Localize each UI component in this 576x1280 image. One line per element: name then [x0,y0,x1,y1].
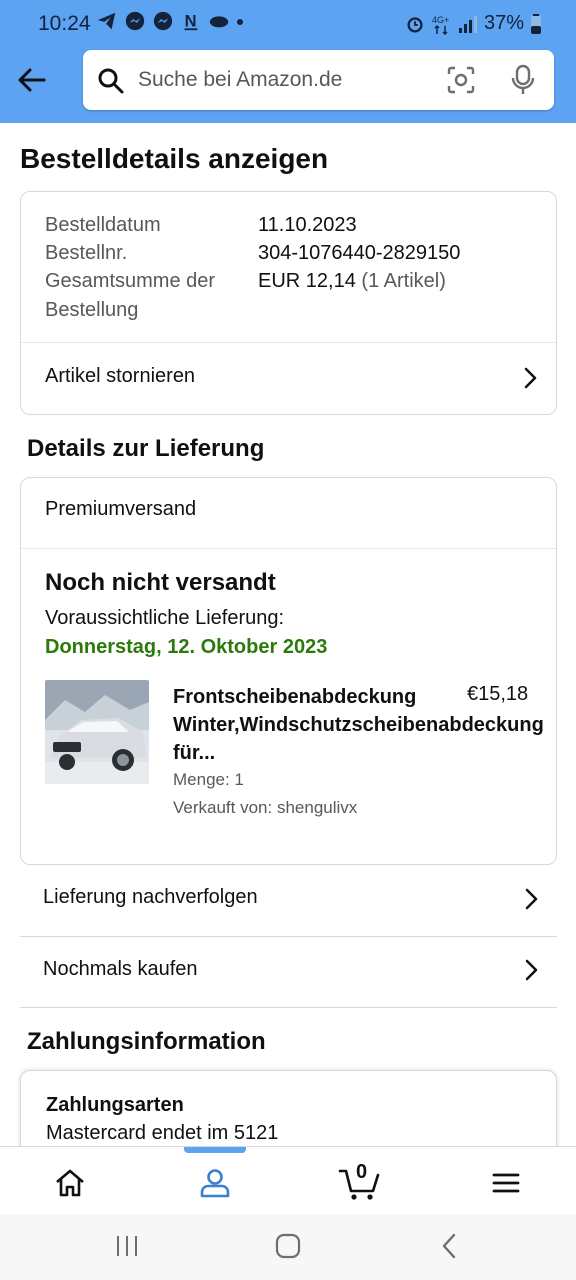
back-arrow-icon[interactable] [14,62,50,98]
payment-card-brand: Mastercard [46,1122,147,1144]
app-header: 10:24 N 4G+ 37% Suche bei Amazon.de [0,0,576,123]
product-quantity: Menge: 1 [173,770,244,789]
battery-percent: 37% [483,12,524,34]
account-icon[interactable] [197,1165,233,1201]
menu-icon[interactable] [488,1165,524,1201]
track-delivery-label: Lieferung nachverfolgen [43,886,258,908]
shipment-status: Noch nicht versandt [45,569,276,596]
system-navigation-bar [0,1214,576,1280]
search-icon [98,68,124,94]
home-icon[interactable] [52,1165,88,1201]
eta-label: Voraussichtliche Lieferung: [45,607,285,629]
messenger-icon [125,11,145,31]
microphone-icon[interactable] [511,64,535,96]
signal-icon [458,15,477,33]
search-bar[interactable]: Suche bei Amazon.de [83,50,554,110]
order-date-value: 11.10.2023 [258,214,357,236]
status-bar: 10:24 N 4G+ 37% [0,0,576,48]
page-title: Bestelldetails anzeigen [20,143,329,174]
svg-text:4G+: 4G+ [432,15,449,25]
cancel-items-label: Artikel stornieren [45,365,196,387]
payment-card: Mastercard endet im 5121 [46,1122,278,1145]
chevron-right-icon [525,959,538,981]
order-number-label: Bestellnr. [45,242,128,264]
messenger-icon-2 [153,11,173,31]
product-title-line2: Winter,Windschutzscheibenabdeckung [173,714,544,736]
divider [20,1007,557,1008]
camera-scan-icon[interactable] [447,66,475,94]
back-button-icon[interactable] [438,1232,460,1260]
telegram-icon [97,12,116,30]
payment-card-suffix: endet im 5121 [151,1122,279,1144]
search-input[interactable]: Suche bei Amazon.de [138,68,342,92]
order-total-items: (1 Artikel) [361,270,446,292]
eta-date: Donnerstag, 12. Oktober 2023 [45,636,328,658]
order-total-value: EUR 12,14 [258,270,356,292]
buy-again-label: Nochmals kaufen [43,958,198,980]
order-total-label-line1: Gesamtsumme der [45,270,216,292]
cancel-items-row[interactable]: Artikel stornieren [21,343,556,413]
product-price: €15,18 [467,683,529,705]
home-button-icon[interactable] [274,1232,302,1260]
cart-count: 0 [356,1161,368,1183]
order-total: EUR 12,14 (1 Artikel) [258,270,446,293]
news-icon: N [184,13,198,31]
active-tab-indicator [184,1147,246,1153]
track-delivery-row[interactable]: Lieferung nachverfolgen [20,864,557,936]
order-summary-card: Bestelldatum 11.10.2023 Bestellnr. 304-1… [20,191,557,415]
app-icon [209,16,229,28]
payment-methods-label: Zahlungsarten [46,1094,184,1116]
svg-text:N: N [185,13,197,31]
buy-again-row[interactable]: Nochmals kaufen [20,937,557,1007]
status-right: 4G+ 37% [404,12,542,35]
product-image[interactable] [45,680,149,784]
notification-icons: N [96,10,244,32]
more-dot-icon [237,19,243,25]
bottom-navigation: 0 [0,1146,576,1215]
chevron-right-icon [525,888,538,910]
chevron-right-icon [524,367,537,389]
battery-icon [531,13,541,34]
recent-apps-icon[interactable] [114,1234,140,1258]
alarm-icon [407,16,423,32]
order-total-label-line2: Bestellung [45,299,139,321]
order-date-label: Bestelldatum [45,214,161,236]
product-seller[interactable]: Verkauft von: shengulivx [173,798,357,818]
shipping-type: Premiumversand [45,498,197,520]
cart-button[interactable]: 0 [338,1161,382,1203]
order-number-value: 304-1076440-2829150 [258,242,461,264]
delivery-card: Premiumversand Noch nicht versandt Vorau… [20,477,557,865]
divider [21,548,556,549]
network-type-icon: 4G+ [432,15,449,35]
product-title-line3: für... [173,742,216,764]
status-time: 10:24 [38,12,91,35]
delivery-heading: Details zur Lieferung [27,435,265,462]
payment-heading: Zahlungsinformation [27,1028,266,1055]
